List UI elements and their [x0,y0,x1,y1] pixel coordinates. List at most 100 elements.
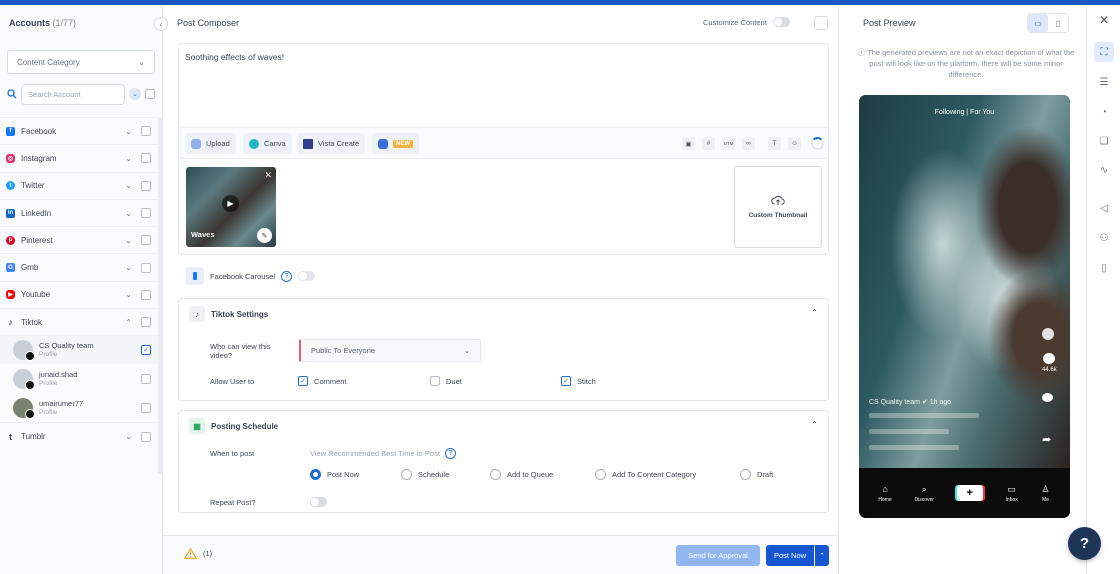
account-row[interactable]: junaid.shad Profile [0,364,158,393]
edit-icon[interactable]: ✎ [257,228,272,243]
network-row-instagram[interactable]: ◎ Instagram ⌄ [0,144,158,171]
seo-icon[interactable]: ◔ [1097,105,1111,119]
help-icon[interactable]: ? [281,270,293,282]
chevron-down-icon[interactable]: ⌄ [125,263,132,272]
send-for-approval-button[interactable]: Send for Approval [676,545,760,566]
network-row-youtube[interactable]: ▶ Youtube ⌄ [0,280,158,308]
facebook-carousel-toggle[interactable] [298,271,316,281]
best-time-link[interactable]: View Recommended Best Time to Post ? [310,448,456,459]
network-checkbox[interactable] [141,289,151,300]
schedule-radio[interactable] [401,469,412,480]
media-library-icon[interactable]: ❏ [1097,134,1111,148]
who-can-view-select[interactable]: Public To Everyone ⌄ [299,339,481,362]
post-now-button[interactable]: Post Now [766,545,814,566]
upload-button[interactable]: Upload [185,133,236,154]
add-to-content-category-radio[interactable] [595,469,606,480]
search-account-input[interactable]: Search Account [21,83,125,105]
schedule-radio-option[interactable]: Schedule [401,469,449,480]
warnings-indicator[interactable]: (1) [184,548,212,559]
chevron-up-icon[interactable]: ⌃ [125,318,132,327]
network-row-tiktok[interactable]: ♪ Tiktok ⌃ [0,308,158,335]
add-to-queue-radio[interactable] [490,469,501,480]
network-checkbox[interactable] [141,235,151,246]
network-row-facebook[interactable]: f Facebook ⌄ [0,117,158,144]
account-row[interactable]: CS Quality team Profile ✓ [0,335,158,365]
copy-icon[interactable] [814,16,828,30]
add-to-content-category-radio-option[interactable]: Add To Content Category [595,469,696,480]
customize-content-toggle-row: Customize Content [703,17,790,27]
activity-icon[interactable]: ∿ [1097,163,1111,177]
link-shorten-icon[interactable]: ∞ [742,137,755,150]
chevron-down-icon[interactable]: ⌄ [125,432,132,441]
desktop-icon[interactable]: ▭ [1028,14,1048,32]
network-checkbox[interactable] [141,180,151,191]
account-checkbox[interactable] [141,373,151,384]
chevron-down-icon[interactable]: ⌄ [125,181,132,190]
chevron-down-icon[interactable]: ⌄ [125,209,132,218]
post-text[interactable]: Soothing effects of waves! [185,52,284,62]
network-row-linkedin[interactable]: in LinkedIn ⌄ [0,198,158,226]
network-checkbox[interactable] [141,431,151,442]
duet-checkbox[interactable] [430,376,440,386]
custom-thumbnail-button[interactable]: Custom Thumbnail [734,166,822,248]
preview-scan-icon[interactable]: ⛶ [1094,42,1114,62]
help-button[interactable]: ? [1068,527,1101,560]
add-to-queue-radio-option[interactable]: Add to Queue [490,469,553,480]
checklist-icon[interactable]: ☰ [1097,75,1111,89]
chevron-up-icon[interactable]: ⌃ [815,545,829,566]
content-category-dropdown[interactable]: Content Category ⌄ [7,50,155,74]
home-icon: ⌂ [882,483,888,494]
post-now-radio-option[interactable]: Post Now [310,469,359,480]
help-icon[interactable]: ? [444,448,456,459]
chevron-down-icon[interactable]: ⌄ [125,127,132,136]
chevron-up-icon[interactable]: ⌃ [811,308,818,317]
chevron-up-icon[interactable]: ⌃ [811,420,818,429]
utm-button[interactable]: UTM [722,137,735,150]
customize-content-toggle[interactable] [772,17,790,27]
allow-stitch-option[interactable]: ✓ Stitch [561,376,596,386]
network-checkbox[interactable] [141,317,151,328]
play-icon[interactable]: ▶ [222,195,239,212]
network-row-twitter[interactable]: t Twitter ⌄ [0,171,158,199]
allow-duet-option[interactable]: Duet [430,376,462,386]
vista-create-button[interactable]: Vista Create [297,133,366,154]
ai-assistant-button[interactable]: NEW [372,133,419,154]
account-checkbox[interactable] [141,402,151,413]
emoji-icon[interactable]: ☺ [788,137,801,150]
users-icon[interactable]: ⚇ [1097,231,1111,245]
chevron-down-icon[interactable]: ⌄ [125,154,132,163]
media-thumbnail[interactable]: ✕ ▶ Waves ✎ [186,167,276,247]
network-row-pinterest[interactable]: p Pinterest ⌄ [0,226,158,253]
comment-checkbox[interactable]: ✓ [298,376,308,386]
stitch-checkbox[interactable]: ✓ [561,376,571,386]
post-editor[interactable]: Soothing effects of waves! Upload Canva … [178,43,829,255]
mobile-icon[interactable]: ▯ [1048,14,1068,32]
account-row[interactable]: umairumer77 Profile [0,393,158,422]
text-format-icon[interactable]: T [768,137,781,150]
network-checkbox[interactable] [141,208,151,219]
network-checkbox[interactable] [141,126,151,137]
account-checkbox[interactable]: ✓ [141,344,151,355]
post-now-radio[interactable] [310,469,321,480]
network-checkbox[interactable] [141,262,151,273]
network-row-gmb[interactable]: G Gmb ⌄ [0,253,158,280]
repeat-post-toggle[interactable] [310,497,327,507]
network-row-tumblr[interactable]: t Tumblr ⌄ [0,422,158,449]
clipboard-icon[interactable]: ▯ [1097,261,1111,275]
select-filter-chevron-icon[interactable]: ⌄ [129,88,141,100]
chevron-down-icon[interactable]: ⌄ [125,236,132,245]
draft-radio-option[interactable]: Draft [740,469,773,480]
megaphone-icon[interactable]: ◁ [1097,201,1111,215]
save-icon[interactable]: ▣ [682,137,695,150]
allow-comment-option[interactable]: ✓ Comment [298,376,347,386]
chevron-down-icon[interactable]: ⌄ [125,290,132,299]
hashtag-icon[interactable]: # [702,137,715,150]
close-icon[interactable]: ✕ [1097,13,1111,27]
tiktok-settings-header[interactable]: ♪ Tiktok Settings [189,306,268,322]
canva-button[interactable]: Canva [243,133,292,154]
draft-radio[interactable] [740,469,751,480]
close-icon[interactable]: ✕ [264,170,272,181]
network-checkbox[interactable] [141,153,151,164]
posting-schedule-header[interactable]: ▦ Posting Schedule [189,418,278,434]
select-all-checkbox[interactable] [145,89,155,99]
